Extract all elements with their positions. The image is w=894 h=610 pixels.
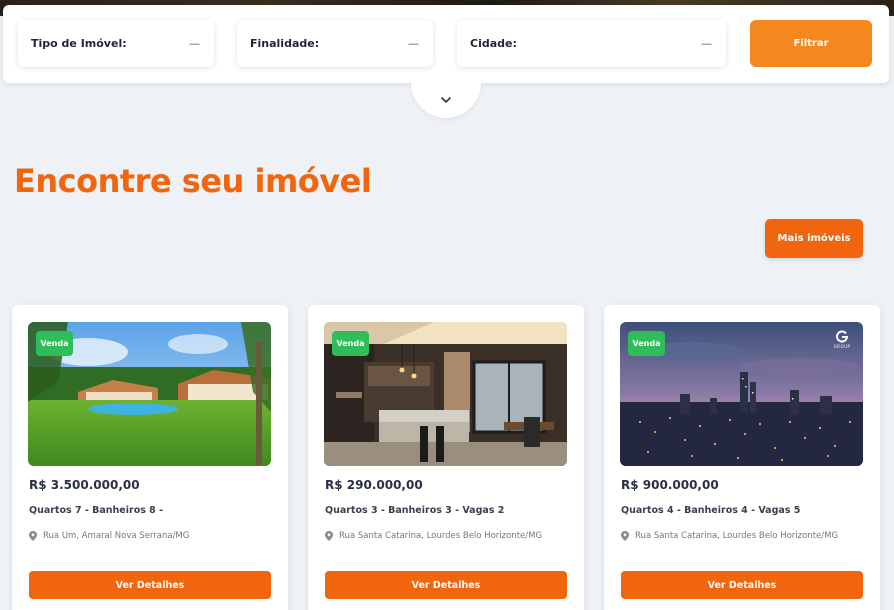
property-card: Venda R$ 3.500.000,00 Quartos 7 - Banhei…	[12, 305, 288, 610]
address-text: Rua Um, Amaral Nova Serrana/MG	[43, 531, 190, 541]
property-type-label: Tipo de Imóvel:	[31, 37, 127, 50]
property-photo[interactable]: Venda	[28, 322, 271, 466]
property-card: Venda GROUP R$ 900.000,00 Quartos 4 - Ba…	[604, 305, 880, 610]
property-address: Rua Santa Catarina, Lourdes Belo Horizon…	[621, 531, 838, 541]
more-properties-button[interactable]: Mais imóveis	[765, 219, 863, 258]
property-features: Quartos 3 - Banheiros 3 - Vagas 2	[325, 505, 505, 516]
watermark-logo: GROUP	[827, 330, 857, 350]
property-type-value: —	[189, 37, 200, 50]
sale-badge: Venda	[628, 331, 665, 356]
property-type-select[interactable]: Tipo de Imóvel: —	[18, 20, 214, 67]
property-price: R$ 900.000,00	[621, 478, 719, 492]
address-text: Rua Santa Catarina, Lourdes Belo Horizon…	[635, 531, 839, 541]
city-select[interactable]: Cidade: —	[457, 20, 726, 67]
purpose-select[interactable]: Finalidade: —	[237, 20, 433, 67]
property-address: Rua Santa Catarina, Lourdes Belo Horizon…	[325, 531, 542, 541]
purpose-value: —	[408, 37, 419, 50]
property-features: Quartos 4 - Banheiros 4 - Vagas 5	[621, 505, 801, 516]
chevron-down-icon	[441, 96, 451, 104]
map-pin-icon	[325, 531, 333, 541]
address-text: Rua Santa Catarina, Lourdes Belo Horizon…	[339, 531, 543, 541]
property-photo[interactable]: Venda	[324, 322, 567, 466]
property-price: R$ 290.000,00	[325, 478, 423, 492]
property-photo[interactable]: Venda GROUP	[620, 322, 863, 466]
view-details-button[interactable]: Ver Detalhes	[325, 571, 567, 599]
property-address: Rua Um, Amaral Nova Serrana/MG	[29, 531, 189, 541]
city-label: Cidade:	[470, 37, 517, 50]
purpose-label: Finalidade:	[250, 37, 320, 50]
map-pin-icon	[621, 531, 629, 541]
watermark-text: GROUP	[833, 344, 851, 349]
view-details-button[interactable]: Ver Detalhes	[621, 571, 863, 599]
property-price: R$ 3.500.000,00	[29, 478, 140, 492]
sale-badge: Venda	[332, 331, 369, 356]
property-card: Venda R$ 290.000,00 Quartos 3 - Banheiro…	[308, 305, 584, 610]
city-value: —	[701, 37, 712, 50]
map-pin-icon	[29, 531, 37, 541]
filter-button[interactable]: Filtrar	[750, 20, 872, 67]
filter-panel: Tipo de Imóvel: — Finalidade: — Cidade: …	[3, 5, 889, 83]
property-features: Quartos 7 - Banheiros 8 -	[29, 505, 164, 516]
sale-badge: Venda	[36, 331, 73, 356]
expand-filters-toggle[interactable]	[411, 82, 481, 118]
view-details-button[interactable]: Ver Detalhes	[29, 571, 271, 599]
section-title: Encontre seu imóvel	[14, 162, 372, 200]
